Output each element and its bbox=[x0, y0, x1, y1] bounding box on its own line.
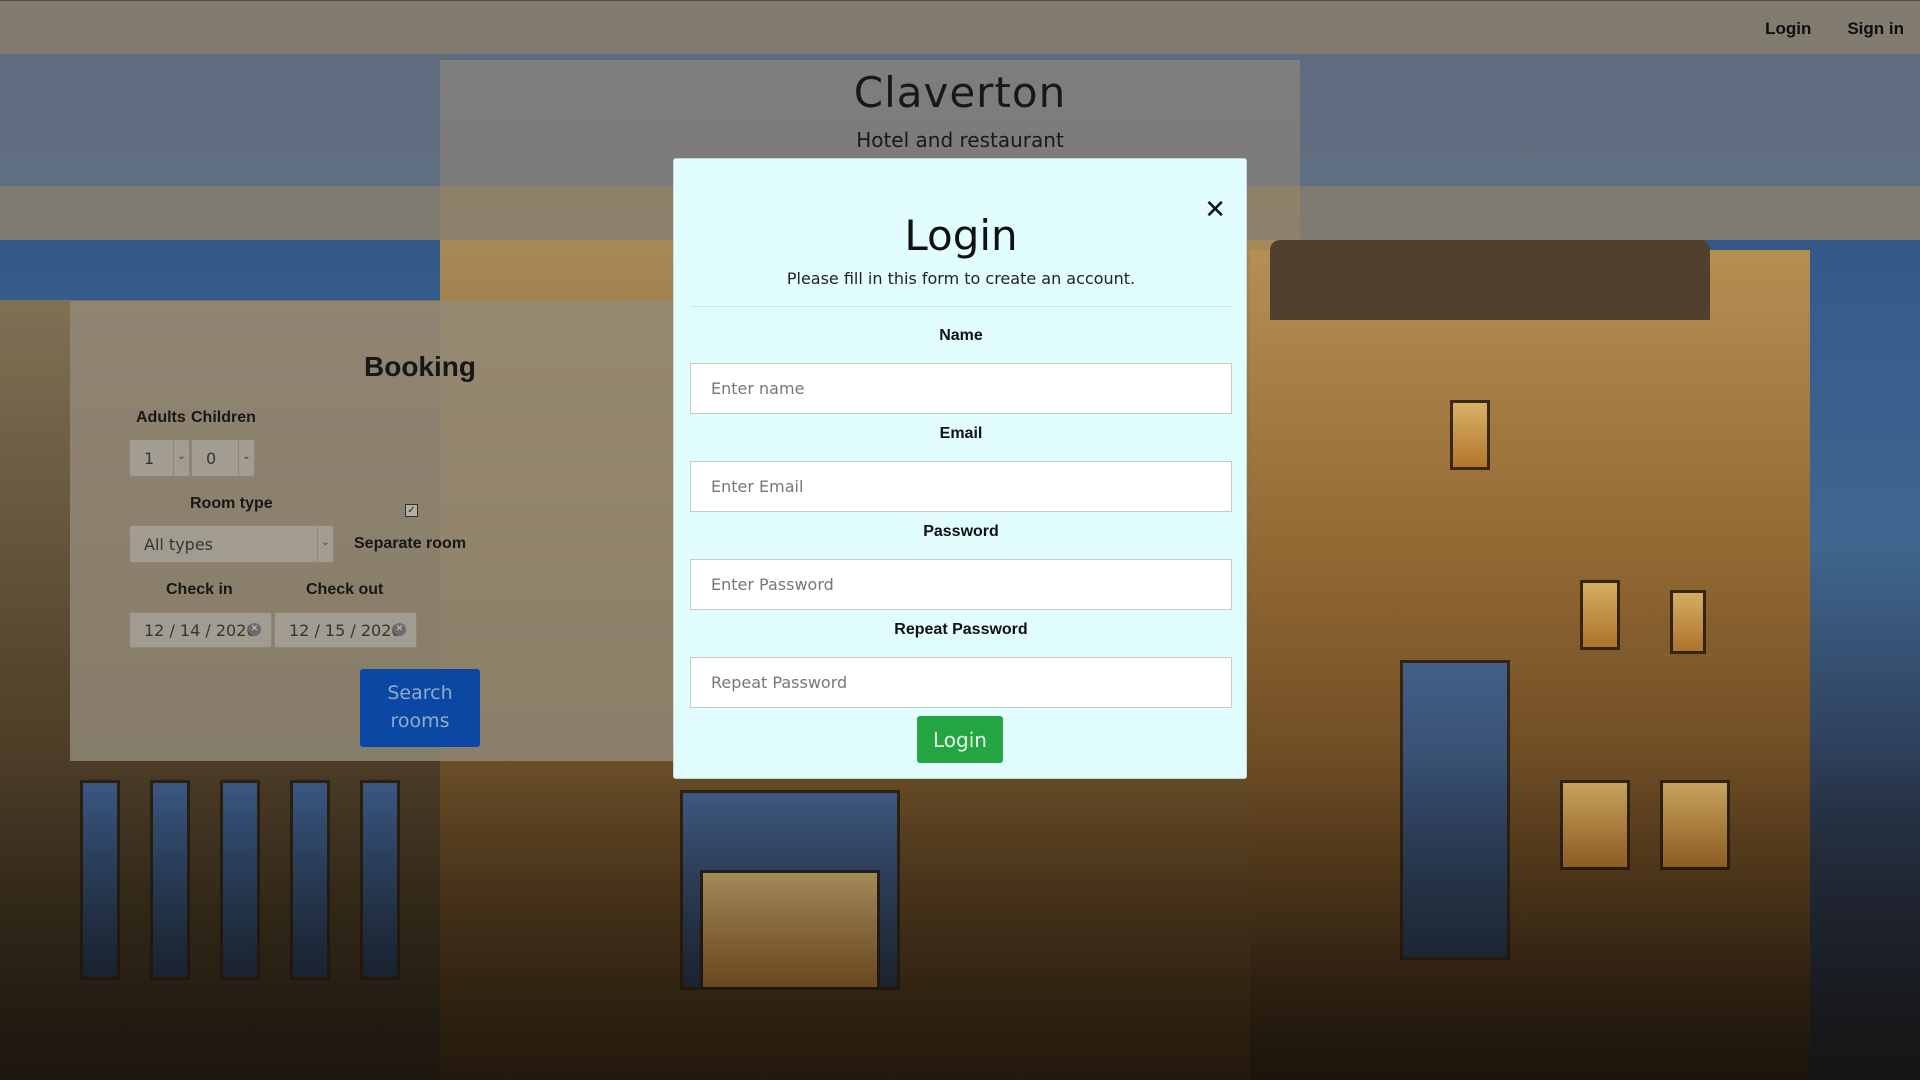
repeat-password-input[interactable]: Repeat Password bbox=[690, 657, 1232, 708]
name-input[interactable]: Enter name bbox=[690, 363, 1232, 414]
login-modal: ✕ Login Please fill in this form to crea… bbox=[673, 158, 1247, 779]
login-submit-button[interactable]: Login bbox=[917, 716, 1003, 763]
password-input[interactable]: Enter Password bbox=[690, 559, 1232, 610]
email-input[interactable]: Enter Email bbox=[690, 461, 1232, 512]
name-label: Name bbox=[939, 327, 983, 344]
modal-subtitle: Please fill in this form to create an ac… bbox=[786, 269, 1136, 288]
modal-title: Login bbox=[904, 211, 1018, 260]
password-label: Password bbox=[923, 523, 999, 540]
repeat-password-label: Repeat Password bbox=[894, 621, 1028, 638]
divider bbox=[690, 306, 1232, 307]
email-label: Email bbox=[939, 425, 983, 442]
